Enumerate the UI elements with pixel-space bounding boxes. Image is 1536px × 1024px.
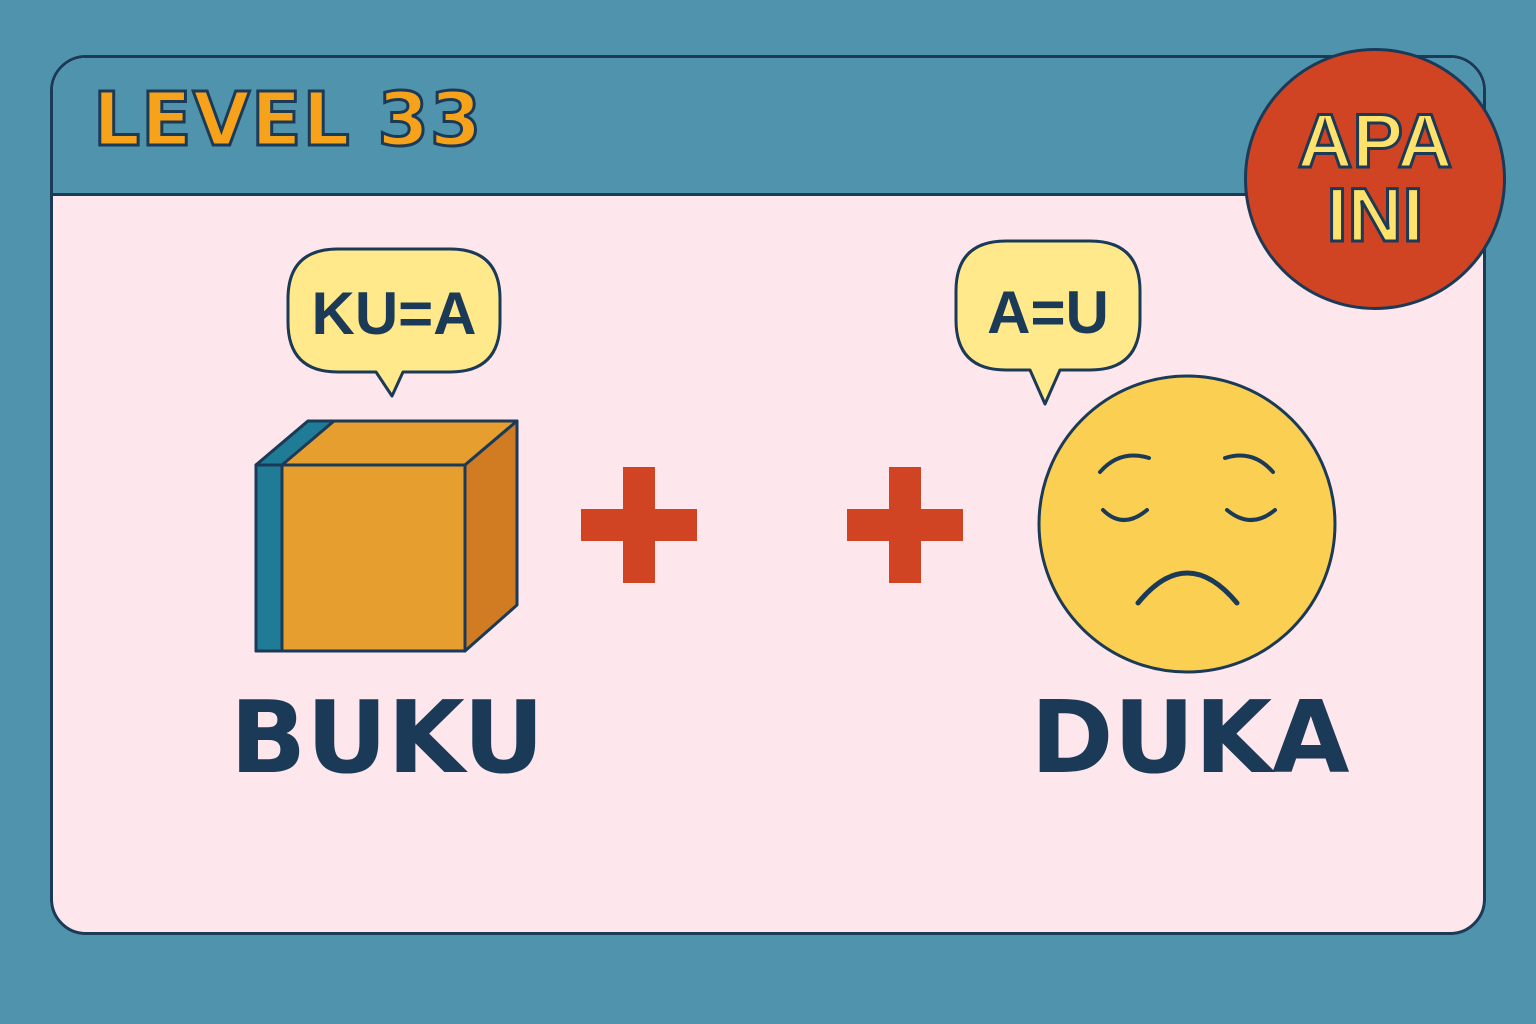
speech-bubble-buku-text: KU=A xyxy=(311,280,476,347)
plus-icon-2: + xyxy=(847,467,963,583)
speech-bubble-duka: A=U xyxy=(954,239,1142,406)
box-icon xyxy=(254,419,519,653)
clue-word-buku: BUKU xyxy=(230,679,545,796)
clue-word-duka: DUKA xyxy=(1030,679,1350,796)
speech-bubble-buku: KU=A xyxy=(286,247,502,398)
plus-icon-1: + xyxy=(581,467,697,583)
puzzle-scene: KU=A + + A=U xyxy=(254,239,1337,674)
speech-bubble-duka-text: A=U xyxy=(987,279,1109,346)
sad-face-icon xyxy=(1037,374,1337,674)
